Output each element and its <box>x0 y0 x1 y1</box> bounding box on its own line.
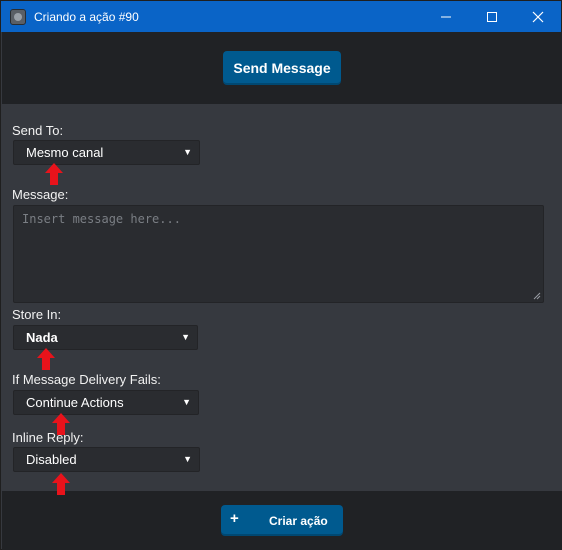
chevron-down-icon: ▼ <box>182 397 191 407</box>
inline-reply-label: Inline Reply: <box>12 430 84 445</box>
annotation-arrow-icon <box>52 413 70 435</box>
store-in-select[interactable]: Nada ▼ <box>13 325 198 350</box>
annotation-arrow-icon <box>45 163 63 185</box>
store-in-value: Nada <box>26 330 58 345</box>
window-controls <box>423 1 561 32</box>
maximize-icon <box>487 11 497 22</box>
header-area: Send Message <box>2 32 562 104</box>
footer-area: + Criar ação <box>2 491 562 550</box>
send-to-select[interactable]: Mesmo canal ▼ <box>13 140 200 165</box>
close-button[interactable] <box>515 1 561 32</box>
store-in-label: Store In: <box>12 307 62 322</box>
delivery-fails-label: If Message Delivery Fails: <box>12 372 161 387</box>
app-icon <box>10 8 26 25</box>
inline-reply-value: Disabled <box>26 452 77 467</box>
create-action-button[interactable]: + Criar ação <box>221 505 343 536</box>
message-textarea[interactable]: Insert message here... <box>13 205 544 303</box>
message-label: Message: <box>12 187 69 202</box>
minimize-button[interactable] <box>423 1 469 32</box>
create-action-label: Criar ação <box>269 514 328 528</box>
send-to-label: Send To: <box>12 123 64 138</box>
minimize-icon <box>441 16 451 17</box>
send-to-value: Mesmo canal <box>26 145 104 160</box>
inline-reply-select[interactable]: Disabled ▼ <box>13 447 200 472</box>
send-message-button[interactable]: Send Message <box>223 51 341 85</box>
close-icon <box>532 11 544 22</box>
message-placeholder: Insert message here... <box>22 212 181 226</box>
app-window: Criando a ação #90 Send Message Send To:… <box>0 0 562 550</box>
chevron-down-icon: ▼ <box>183 147 192 157</box>
resize-grip-icon[interactable] <box>533 292 541 300</box>
annotation-arrow-icon <box>52 473 70 495</box>
form-content: Send To: Mesmo canal ▼ Message: Insert m… <box>2 104 562 491</box>
annotation-arrow-icon <box>37 348 55 370</box>
maximize-button[interactable] <box>469 1 515 32</box>
delivery-fails-value: Continue Actions <box>26 395 124 410</box>
title-bar[interactable]: Criando a ação #90 <box>1 1 561 32</box>
chevron-down-icon: ▼ <box>183 454 192 464</box>
window-title: Criando a ação #90 <box>34 9 139 24</box>
delivery-fails-select[interactable]: Continue Actions ▼ <box>13 390 199 415</box>
plus-icon: + <box>230 510 239 527</box>
chevron-down-icon: ▼ <box>181 332 190 342</box>
